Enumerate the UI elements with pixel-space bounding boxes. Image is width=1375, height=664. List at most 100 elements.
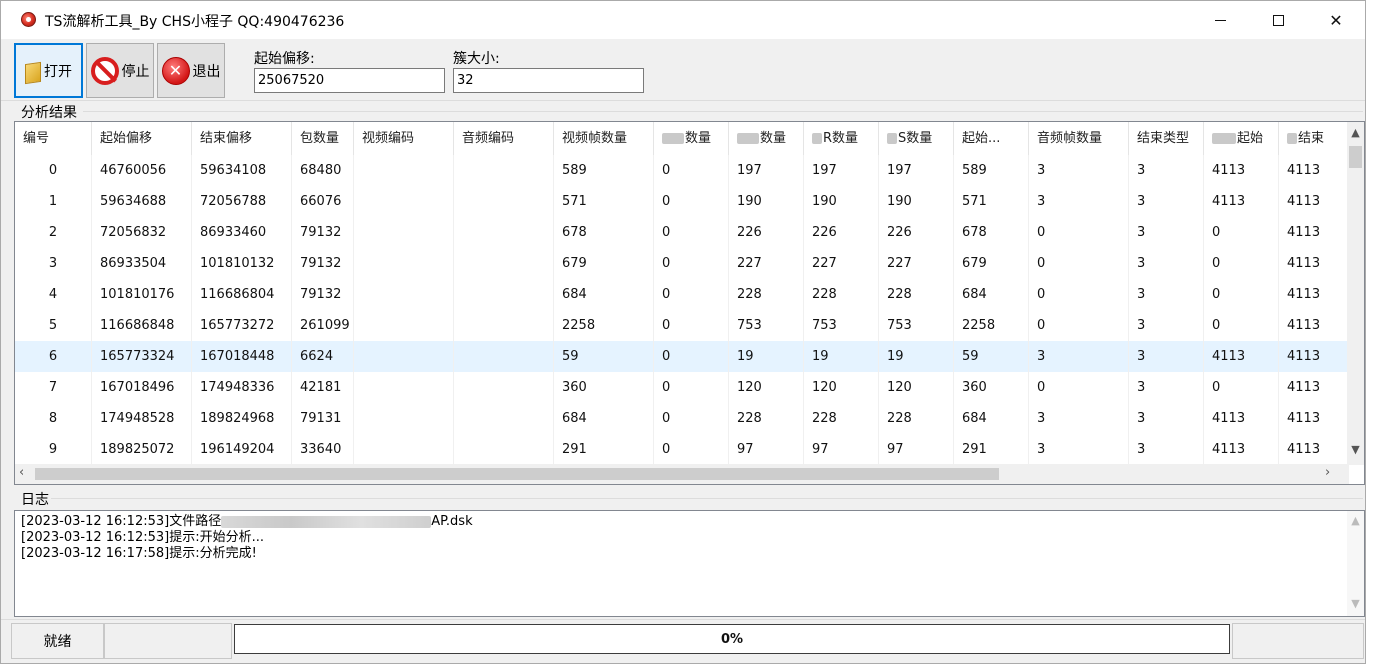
table-cell: 19 (879, 341, 954, 372)
progress-bar: 0% (234, 624, 1230, 654)
table-cell: 86933460 (192, 217, 292, 248)
table-cell: 360 (954, 372, 1029, 403)
table-cell: 167018496 (92, 372, 192, 403)
table-cell: 190 (879, 186, 954, 217)
toolbar: 打开 停止 ✕ 退出 起始偏移: 簇大小: (1, 39, 1365, 101)
table-cell: 226 (804, 217, 879, 248)
table-cell: 6 (15, 341, 92, 372)
column-header[interactable]: R数量 (804, 122, 879, 155)
column-header[interactable]: 结束偏移 (192, 122, 292, 155)
table-row[interactable]: 9 189825072 196149204 33640 291 0 97 97 97 291 3 3 4… (15, 434, 1353, 465)
log-scroll-down-icon[interactable]: ▼ (1347, 597, 1364, 610)
cluster-size-input[interactable] (453, 68, 644, 93)
open-button-label: 打开 (44, 63, 72, 80)
column-header[interactable]: 编号 (15, 122, 92, 155)
close-icon: ✕ (1329, 10, 1343, 30)
log-vertical-scrollbar[interactable]: ▲ ▼ (1347, 511, 1364, 616)
scroll-right-icon[interactable]: › (1325, 465, 1330, 480)
log-line-suffix: AP.dsk (431, 514, 473, 529)
minimize-icon (1214, 19, 1226, 21)
scroll-down-icon[interactable]: ▼ (1347, 443, 1364, 456)
table-cell: 4113 (1279, 155, 1353, 186)
column-header[interactable]: 视频编码 (354, 122, 454, 155)
table-horizontal-scroll-thumb[interactable] (35, 468, 999, 480)
column-header[interactable]: 音频编码 (454, 122, 554, 155)
table-cell: 4113 (1279, 248, 1353, 279)
cluster-size-label: 簇大小: (453, 51, 500, 67)
app-logo-icon (21, 12, 36, 27)
table-cell: 3 (1029, 403, 1129, 434)
table-row[interactable]: 1 59634688 72056788 66076 571 0 190 190 190 571 3 3… (15, 186, 1353, 217)
table-cell: 72056832 (92, 217, 192, 248)
log-scroll-up-icon[interactable]: ▲ (1347, 514, 1364, 527)
column-header[interactable]: 结束类型 (1129, 122, 1204, 155)
scroll-up-icon[interactable]: ▲ (1347, 126, 1364, 139)
table-vertical-scrollbar[interactable]: ▲ ▼ (1347, 122, 1364, 465)
column-header-label: 音频编码 (462, 131, 515, 146)
column-header[interactable]: 结束 (1279, 122, 1353, 155)
table-cell: 3 (1129, 341, 1204, 372)
progress-text: 0% (720, 631, 744, 647)
table-cell: 3 (1129, 217, 1204, 248)
table-cell: 228 (729, 403, 804, 434)
start-offset-input[interactable] (254, 68, 445, 93)
table-row[interactable]: 7 167018496 174948336 42181 360 0 120 120 120 360… (15, 372, 1353, 403)
column-header[interactable]: 起始 (1204, 122, 1279, 155)
table-row[interactable]: 8 174948528 189824968 79131 684 0 228 228 228 684… (15, 403, 1353, 434)
column-header-label: 视频编码 (362, 131, 415, 146)
table-row[interactable]: 3 86933504 101810132 79132 679 0 227 227 227 679 0… (15, 248, 1353, 279)
table-header: 编号 起始偏移 结束偏移 包数量 视频编码 音频编码 视频帧数量 数量 数量 R数量 S数量 起始..… (15, 122, 1353, 155)
table-cell: 97 (879, 434, 954, 465)
scroll-left-icon[interactable]: ‹ (19, 465, 24, 480)
redacted-mark (812, 133, 822, 144)
title-bar: TS流解析工具_By CHS小程子 QQ:490476236 ✕ (1, 1, 1365, 39)
table-cell: 0 (1204, 372, 1279, 403)
redacted-mark (1287, 133, 1297, 144)
minimize-button[interactable] (1191, 1, 1249, 39)
stop-button-label: 停止 (121, 63, 150, 80)
table-cell: 101810132 (192, 248, 292, 279)
table-cell: 66076 (292, 186, 354, 217)
table-cell: 3 (1129, 279, 1204, 310)
column-header[interactable]: 视频帧数量 (554, 122, 654, 155)
column-header[interactable]: S数量 (879, 122, 954, 155)
table-row[interactable]: 6 165773324 167018448 6624 59 0 19 19 19 59 3 3 4113… (15, 341, 1353, 372)
table-cell (454, 434, 554, 465)
column-header-label: 起始偏移 (100, 131, 153, 146)
column-header[interactable]: 包数量 (292, 122, 354, 155)
table-row[interactable]: 2 72056832 86933460 79132 678 0 226 226 226 678 0 3… (15, 217, 1353, 248)
column-header[interactable]: 数量 (729, 122, 804, 155)
table-cell (354, 186, 454, 217)
exit-button[interactable]: ✕ 退出 (157, 43, 225, 98)
table-cell: 4113 (1279, 310, 1353, 341)
log-line: [2023-03-12 16:17:58]提示:分析完成! (21, 546, 473, 562)
table-cell: 3 (1029, 186, 1129, 217)
table-cell: 4113 (1204, 155, 1279, 186)
table-cell: 3 (1129, 248, 1204, 279)
table-cell: 3 (1129, 403, 1204, 434)
column-header[interactable]: 数量 (654, 122, 729, 155)
table-cell: 196149204 (192, 434, 292, 465)
analysis-group-divider (83, 111, 1363, 112)
close-button[interactable]: ✕ (1307, 1, 1365, 39)
table-cell: 589 (554, 155, 654, 186)
table-row[interactable]: 4 101810176 116686804 79132 684 0 228 228 228 684… (15, 279, 1353, 310)
table-cell: 679 (954, 248, 1029, 279)
table-cell (454, 403, 554, 434)
stop-button[interactable]: 停止 (86, 43, 154, 98)
column-header-label: 音频帧数量 (1037, 131, 1103, 146)
table-vertical-scroll-thumb[interactable] (1349, 146, 1362, 168)
table-cell: 5 (15, 310, 92, 341)
column-header[interactable]: 起始... (954, 122, 1029, 155)
table-cell: 3 (1029, 155, 1129, 186)
log-textarea[interactable]: [2023-03-12 16:12:53]文件路径 AP.dsk [2023-03-… (14, 510, 1365, 617)
column-header[interactable]: 音频帧数量 (1029, 122, 1129, 155)
open-button[interactable]: 打开 (14, 43, 83, 98)
table-cell: 116686848 (92, 310, 192, 341)
table-horizontal-scrollbar[interactable]: ‹ › (15, 464, 1349, 484)
maximize-button[interactable] (1249, 1, 1307, 39)
table-row[interactable]: 5 116686848 165773272 261099 2258 0 753 753 753 2… (15, 310, 1353, 341)
table-row[interactable]: 0 46760056 59634108 68480 589 0 197 197 197 589 3 3… (15, 155, 1353, 186)
column-header[interactable]: 起始偏移 (92, 122, 192, 155)
results-table[interactable]: 编号 起始偏移 结束偏移 包数量 视频编码 音频编码 视频帧数量 数量 数量 R数量 S数量 起始..… (14, 121, 1365, 485)
